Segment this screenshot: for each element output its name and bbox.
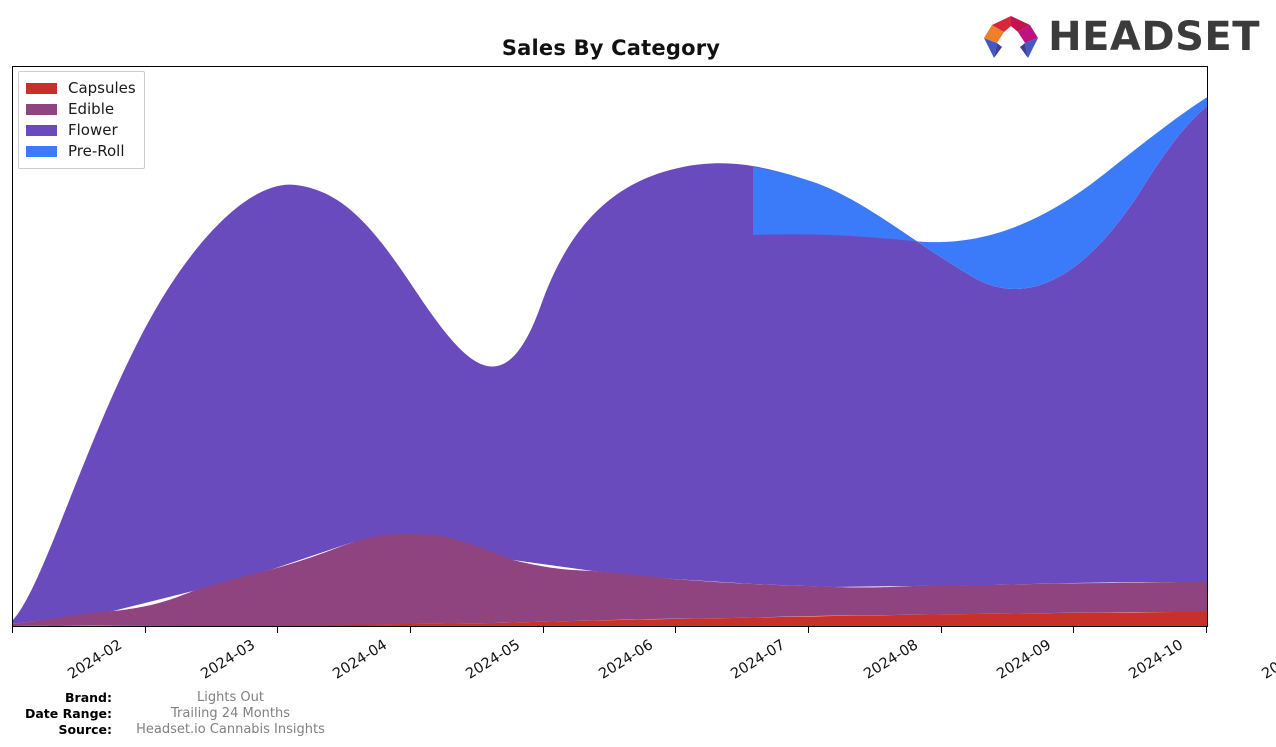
x-tick-mark — [410, 627, 411, 633]
legend-label-flower: Flower — [68, 121, 118, 139]
x-tick-label: 2024-06 — [596, 637, 657, 683]
x-tick-mark — [12, 627, 13, 633]
x-tick-label: 2024-04 — [330, 637, 391, 683]
x-tick-mark — [1206, 627, 1207, 633]
footer-label-date-range: Date Range: — [25, 706, 112, 721]
x-tick-label: 2024-11 — [1259, 637, 1276, 683]
legend-swatch-edible — [26, 104, 57, 115]
footer-value-brand: Lights Out — [197, 690, 264, 705]
x-tick-label: 2024-07 — [728, 637, 789, 683]
plot-area: Capsules Edible Flower Pre-Roll — [12, 66, 1208, 627]
x-tick-mark — [808, 627, 809, 633]
footer-value-source: Headset.io Cannabis Insights — [136, 722, 325, 737]
x-tick-label: 2024-03 — [198, 637, 259, 683]
legend-label-capsules: Capsules — [68, 79, 136, 97]
x-tick-mark — [675, 627, 676, 633]
x-tick-mark — [277, 627, 278, 633]
footer-value-date-range: Trailing 24 Months — [171, 706, 290, 721]
footer-label-brand: Brand: — [65, 690, 112, 705]
legend-swatch-preroll — [26, 146, 57, 157]
x-tick-label: 2024-02 — [65, 637, 126, 683]
x-tick-label: 2024-05 — [463, 637, 524, 683]
legend-label-preroll: Pre-Roll — [68, 142, 125, 160]
footer-row-date-range: Date Range: Trailing 24 Months — [0, 706, 560, 722]
legend-item-edible: Edible — [26, 99, 136, 120]
legend-item-capsules: Capsules — [26, 78, 136, 99]
headset-logo-icon — [984, 16, 1039, 58]
headset-logo: HEADSET — [980, 12, 1260, 62]
legend-item-preroll: Pre-Roll — [26, 141, 136, 162]
headset-wordmark: HEADSET — [1048, 14, 1260, 60]
x-tick-mark — [145, 627, 146, 633]
x-tick-label: 2024-08 — [861, 637, 922, 683]
chart-page: Sales By Category HEADSET Capsules Edibl… — [0, 0, 1276, 747]
x-tick-mark — [543, 627, 544, 633]
footer-meta: Brand: Lights Out Date Range: Trailing 2… — [0, 690, 560, 738]
x-tick-label: 2024-10 — [1126, 637, 1187, 683]
stacked-area-chart — [13, 97, 1207, 626]
footer-row-brand: Brand: Lights Out — [0, 690, 560, 706]
legend-swatch-flower — [26, 125, 57, 136]
footer-row-source: Source: Headset.io Cannabis Insights — [0, 722, 560, 738]
legend-label-edible: Edible — [68, 100, 115, 118]
x-axis: 2024-02 2024-03 2024-04 2024-05 2024-06 … — [12, 627, 1276, 683]
legend-item-flower: Flower — [26, 120, 136, 141]
x-tick-mark — [1073, 627, 1074, 633]
legend: Capsules Edible Flower Pre-Roll — [18, 71, 145, 169]
legend-swatch-capsules — [26, 83, 57, 94]
x-tick-label: 2024-09 — [994, 637, 1055, 683]
x-tick-mark — [941, 627, 942, 633]
area-flower — [13, 106, 1207, 624]
footer-label-source: Source: — [58, 722, 112, 737]
